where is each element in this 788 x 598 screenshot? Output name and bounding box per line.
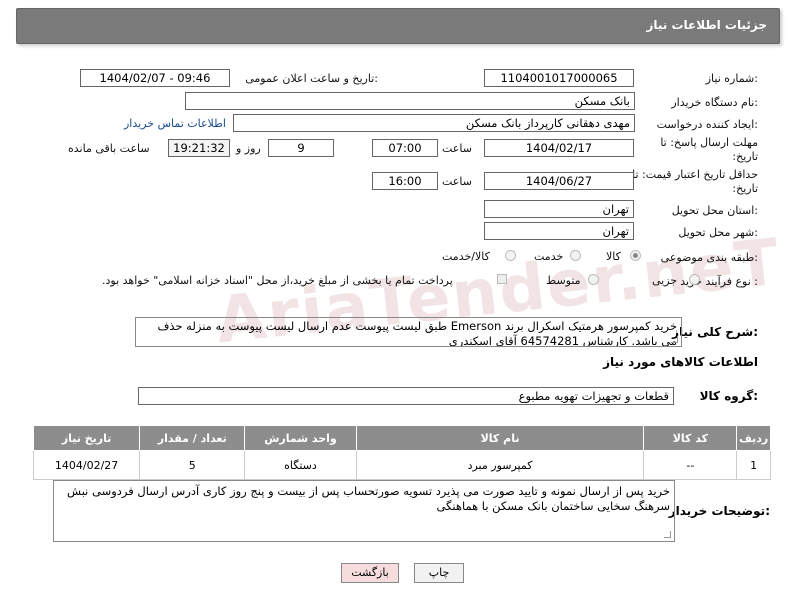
table-row[interactable]: 1 -- کمپرسور مبرد دستگاه 5 1404/02/27 [32, 450, 771, 480]
col-qty: تعداد / مقدار [139, 425, 246, 451]
category-goods-radio[interactable] [630, 250, 641, 261]
deadline-time-label: ساعت [442, 142, 472, 155]
deadline-date-field[interactable]: 1404/02/17 [484, 139, 634, 157]
treasury-note: پرداخت تمام یا بخشی از مبلغ خرید،از محل … [102, 274, 453, 287]
category-service-label: خدمت [534, 250, 564, 263]
buyer-org-label: نام دستگاه خریدار: [671, 96, 758, 109]
items-table: ردیف کد کالا نام کالا واحد شمارش تعداد /… [32, 425, 771, 480]
col-name: نام کالا [355, 425, 645, 451]
print-button[interactable]: چاپ [414, 563, 464, 583]
validity-date-field[interactable]: 1404/06/27 [484, 172, 634, 190]
cell-date: 1404/02/27 [32, 450, 141, 480]
group-field[interactable]: قطعات و تجهیزات تهویه مطبوع [138, 387, 674, 405]
buyer-notes-textarea[interactable]: خرید پس از ارسال نمونه و تایید صورت می پ… [53, 480, 675, 542]
cell-qty: 5 [139, 450, 246, 480]
province-field[interactable]: تهران [484, 200, 634, 218]
creator-field[interactable]: مهدی دهقانی کارپرداز بانک مسکن [233, 114, 635, 132]
remaining-label: ساعت باقی مانده [68, 142, 150, 155]
col-date: تاریخ نیاز [32, 425, 141, 451]
need-number-label: شماره نیاز: [705, 72, 758, 85]
deadline-label: مهلت ارسال پاسخ: تا تاریخ: [660, 136, 758, 163]
category-both-radio[interactable] [505, 250, 516, 261]
city-label: شهر محل تحویل: [678, 226, 758, 239]
resize-handle-icon[interactable] [671, 336, 678, 343]
deadline-time-field[interactable]: 07:00 [372, 139, 438, 157]
col-code: کد کالا [643, 425, 738, 451]
announce-label: تاریخ و ساعت اعلان عمومی: [245, 72, 378, 85]
announce-field[interactable]: 1404/02/07 - 09:46 [80, 69, 230, 87]
category-service-radio[interactable] [570, 250, 581, 261]
treasury-checkbox[interactable] [497, 274, 507, 284]
panel-header: جزئیات اطلاعات نیاز [16, 8, 780, 44]
buyer-org-field[interactable]: بانک مسکن [185, 92, 635, 110]
remaining-time-field: 19:21:32 [168, 139, 230, 157]
resize-handle-icon[interactable] [664, 531, 671, 538]
days-field[interactable]: 9 [268, 139, 334, 157]
need-number-field[interactable]: 1104001017000065 [484, 69, 634, 87]
buyer-notes-label: توضیحات خریدار: [668, 504, 770, 518]
creator-label: ایجاد کننده درخواست: [656, 118, 758, 131]
back-button[interactable]: بازگشت [341, 563, 399, 583]
process-medium-radio[interactable] [588, 274, 599, 285]
category-both-label: کالا/خدمت [442, 250, 490, 263]
panel-title: جزئیات اطلاعات نیاز [646, 18, 767, 32]
description-label: شرح کلی نیاز: [672, 325, 758, 339]
cell-index: 1 [736, 450, 771, 480]
cell-code: -- [643, 450, 738, 480]
process-small-radio[interactable] [689, 274, 700, 285]
description-text: خرید کمپرسور هرمتیک اسکرال برند Emerson … [157, 319, 677, 347]
category-goods-label: کالا [606, 250, 621, 263]
cell-unit: دستگاه [244, 450, 357, 480]
goods-info-title: اطلاعات کالاهای مورد نیاز [603, 355, 758, 369]
validity-time-label: ساعت [442, 175, 472, 188]
province-label: استان محل تحویل: [671, 204, 758, 217]
days-label: روز و [236, 142, 261, 155]
process-medium-label: متوسط [546, 274, 581, 287]
validity-label: حداقل تاریخ اعتبار قیمت: تا تاریخ: [632, 168, 758, 195]
description-textarea[interactable]: خرید کمپرسور هرمتیک اسکرال برند Emerson … [135, 317, 682, 347]
cell-name: کمپرسور مبرد [355, 450, 645, 480]
col-unit: واحد شمارش [244, 425, 357, 451]
process-small-label: جزیی [652, 274, 678, 287]
buyer-notes-text: خرید پس از ارسال نمونه و تایید صورت می پ… [67, 484, 670, 513]
validity-time-field[interactable]: 16:00 [372, 172, 438, 190]
table-header-row: ردیف کد کالا نام کالا واحد شمارش تعداد /… [32, 425, 771, 451]
group-label: گروه کالا: [699, 389, 758, 403]
category-label: طبقه بندی موضوعی: [660, 251, 758, 264]
city-field[interactable]: تهران [484, 222, 634, 240]
col-index: ردیف [736, 425, 771, 451]
buyer-contact-link[interactable]: اطلاعات تماس خریدار [124, 117, 226, 130]
